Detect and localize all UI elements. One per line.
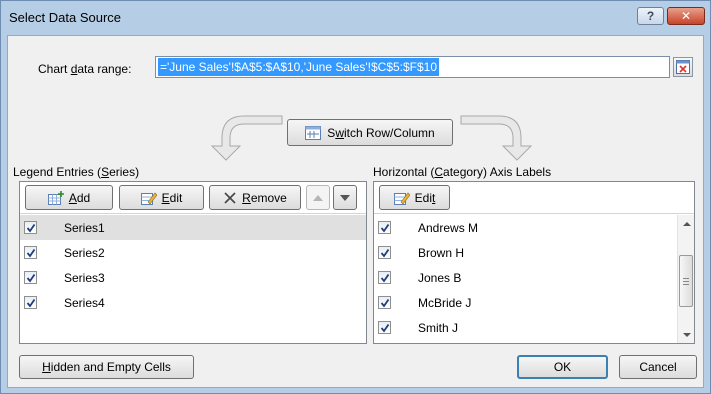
axis-label-row[interactable]: Jones B	[374, 265, 677, 290]
edit-icon	[140, 192, 157, 205]
grip-icon	[683, 277, 689, 285]
chart-data-range-value: ='June Sales'!$A$5:$A$10,'June Sales'!$C…	[158, 58, 440, 76]
scroll-thumb[interactable]	[679, 255, 693, 307]
chart-data-range-label: Chart data range:	[38, 62, 132, 76]
checkmark-icon	[380, 223, 389, 232]
axis-label-row-label: Andrews M	[418, 221, 479, 235]
edit-series-button[interactable]: Edit	[119, 185, 204, 210]
legend-entry-row[interactable]: Series1	[20, 215, 366, 240]
arrow-up-icon	[313, 194, 323, 201]
move-up-button[interactable]	[306, 185, 330, 210]
remove-series-button[interactable]: Remove	[209, 185, 301, 210]
checkbox[interactable]	[24, 296, 37, 309]
legend-entries-list: Series1 Series2 Series3 Series4	[20, 215, 366, 343]
chart-data-range-input[interactable]: ='June Sales'!$A$5:$A$10,'June Sales'!$C…	[155, 56, 670, 78]
checkmark-icon	[380, 323, 389, 332]
scroll-down-icon	[682, 332, 691, 337]
checkmark-icon	[26, 298, 35, 307]
dialog-body: Chart data range: ='June Sales'!$A$5:$A$…	[7, 35, 704, 388]
remove-icon	[224, 191, 236, 204]
help-button[interactable]: ?	[637, 7, 664, 25]
checkmark-icon	[26, 223, 35, 232]
axis-label-row[interactable]: McBride J	[374, 290, 677, 315]
right-curved-arrow-icon	[460, 115, 533, 161]
legend-entry-row-label: Series4	[64, 296, 105, 310]
close-button[interactable]: ✕	[667, 7, 705, 25]
edit-axis-label: Edit	[414, 190, 436, 205]
axis-toolbar: Edit	[374, 182, 694, 214]
axis-label-row[interactable]: Smith J	[374, 315, 677, 340]
scroll-up-icon	[682, 221, 691, 226]
switch-row-column-label: Switch Row/Column	[327, 125, 435, 140]
remove-label: Remove	[242, 190, 287, 205]
axis-labels-label: Horizontal (Category) Axis Labels	[373, 165, 552, 179]
legend-entry-row-label: Series3	[64, 271, 105, 285]
hidden-empty-cells-button[interactable]: Hidden and Empty Cells	[19, 355, 194, 379]
checkbox[interactable]	[24, 271, 37, 284]
left-curved-arrow-icon	[210, 115, 283, 161]
checkbox[interactable]	[24, 221, 37, 234]
checkmark-icon	[380, 248, 389, 257]
switch-row-column-icon	[305, 125, 322, 140]
checkmark-icon	[26, 273, 35, 282]
legend-entry-row[interactable]: Series4	[20, 290, 366, 315]
checkbox[interactable]	[378, 321, 391, 334]
dialog-title: Select Data Source	[9, 10, 122, 25]
range-select-icon	[676, 60, 690, 74]
checkbox[interactable]	[378, 271, 391, 284]
checkmark-icon	[380, 273, 389, 282]
scroll-down-button[interactable]	[678, 326, 695, 343]
axis-list-scrollbar[interactable]	[677, 215, 694, 343]
edit-axis-labels-button[interactable]: Edit	[379, 185, 450, 210]
legend-entry-row[interactable]: Series2	[20, 240, 366, 265]
ok-button[interactable]: OK	[517, 355, 608, 379]
legend-entry-row-label: Series1	[64, 221, 105, 235]
axis-label-row-label: Jones B	[418, 271, 462, 285]
switch-row-column-button[interactable]: Switch Row/Column	[287, 119, 453, 146]
checkbox[interactable]	[24, 246, 37, 259]
checkbox[interactable]	[378, 246, 391, 259]
title-bar[interactable]: Select Data Source ? ✕	[1, 1, 710, 35]
axis-label-row-label: Brown H	[418, 246, 465, 260]
checkbox[interactable]	[378, 221, 391, 234]
add-icon	[47, 190, 64, 205]
close-icon: ✕	[680, 9, 692, 23]
axis-label-row[interactable]: Andrews M	[374, 215, 677, 240]
axis-labels-panel: Edit Andrews M Brown H Jones B McBride J Smi…	[373, 181, 695, 344]
arrow-down-icon	[340, 194, 350, 201]
hidden-empty-cells-label: Hidden and Empty Cells	[42, 360, 171, 374]
legend-entries-panel: Add Edit Remove Series1 Series2 Series3 …	[19, 181, 367, 344]
collapse-dialog-button[interactable]	[673, 57, 693, 77]
axis-labels-list: Andrews M Brown H Jones B McBride J Smith J	[374, 215, 677, 343]
add-series-button[interactable]: Add	[25, 185, 113, 210]
checkmark-icon	[26, 248, 35, 257]
add-label: Add	[68, 190, 91, 205]
axis-label-row-label: McBride J	[418, 296, 472, 310]
legend-toolbar: Add Edit Remove	[20, 182, 366, 214]
legend-entries-label: Legend Entries (Series)	[13, 165, 140, 179]
edit-icon	[393, 192, 410, 205]
cancel-button[interactable]: Cancel	[619, 355, 697, 379]
axis-label-row[interactable]: Brown H	[374, 240, 677, 265]
axis-label-row-label: Smith J	[418, 321, 459, 335]
checkmark-icon	[380, 298, 389, 307]
move-down-button[interactable]	[333, 185, 357, 210]
checkbox[interactable]	[378, 296, 391, 309]
legend-entry-row[interactable]: Series3	[20, 265, 366, 290]
legend-entry-row-label: Series2	[64, 246, 105, 260]
select-data-source-dialog: Select Data Source ? ✕ Chart data range:…	[0, 0, 711, 394]
edit-label: Edit	[161, 190, 183, 205]
scroll-up-button[interactable]	[678, 215, 695, 232]
